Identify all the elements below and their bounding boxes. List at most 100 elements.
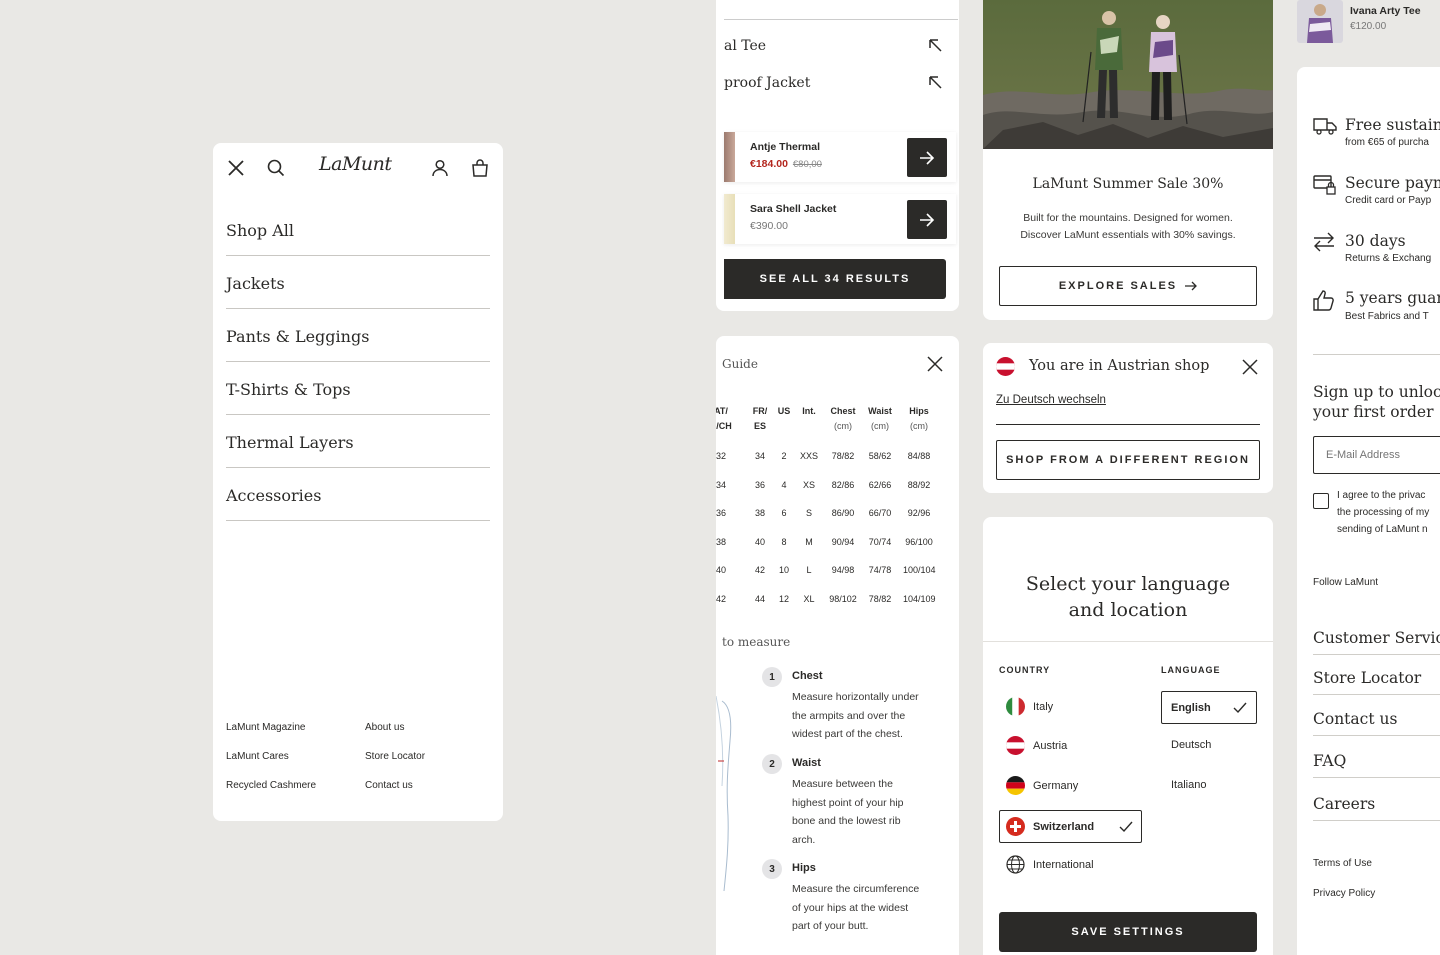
email-input[interactable] [1313, 436, 1440, 474]
footer-link-magazine[interactable]: LaMunt Magazine [226, 722, 306, 733]
divider [1313, 820, 1440, 821]
arrow-up-left-icon[interactable] [928, 38, 942, 57]
switzerland-flag-icon [1006, 817, 1025, 836]
close-icon[interactable] [224, 156, 248, 180]
step-title: Chest [792, 670, 823, 682]
menu-item-tshirts-tops[interactable]: T-Shirts & Tops [226, 362, 490, 415]
old-price: €80,00 [792, 159, 822, 170]
size-table-cell: 32 [716, 451, 726, 461]
country-name: Germany [1033, 779, 1079, 792]
size-table-cell: 96/100 [905, 536, 933, 547]
country-option-germany[interactable]: Germany [1006, 776, 1078, 795]
footer-link-customer-service[interactable]: Customer Servic [1313, 629, 1440, 647]
explore-sales-label: EXPLORE SALES [1058, 280, 1178, 292]
region-title: You are in Austrian shop [1029, 358, 1210, 374]
product-name: Antje Thermal [750, 141, 821, 153]
size-table-cell: 42 [716, 594, 726, 604]
size-table-header-cell: E/CH [716, 421, 732, 431]
country-option-switzerland[interactable]: Switzerland [999, 810, 1142, 843]
consent-checkbox[interactable] [1313, 493, 1329, 509]
size-table-header-cell: ES [753, 421, 766, 431]
size-table-header-cell: Int. [802, 406, 816, 416]
see-all-results-button[interactable]: SEE ALL 34 RESULTS [724, 259, 946, 299]
divider [724, 19, 958, 20]
footer-link-about[interactable]: About us [365, 722, 404, 733]
close-icon[interactable] [1242, 359, 1258, 380]
locale-title-line-2: and location [1068, 599, 1188, 621]
swap-arrows-icon [1313, 232, 1335, 257]
size-table-cell: 40 [716, 565, 726, 576]
step-title: Hips [792, 862, 816, 874]
size-table-cell: XS [802, 479, 815, 490]
close-icon[interactable] [927, 356, 943, 377]
signup-title-line-1: Sign up to unlock [1313, 383, 1440, 401]
menu-item-jackets[interactable]: Jackets [226, 256, 490, 309]
language-option-italiano[interactable]: Italiano [1171, 779, 1206, 791]
footer-link-contact[interactable]: Contact us [1313, 710, 1397, 728]
size-table-header-cell: Waist [868, 406, 892, 416]
product-thumbnail [724, 194, 735, 244]
shop-different-region-button[interactable]: SHOP FROM A DIFFERENT REGION [996, 440, 1260, 480]
sale-promo-card: LaMunt Summer Sale 30% Built for the mou… [983, 0, 1273, 320]
account-icon[interactable] [428, 156, 452, 180]
menu-item-shop-all[interactable]: Shop All [226, 203, 490, 256]
step-description-line: the armpits and over the [792, 709, 906, 722]
footer-link-recycled-cashmere[interactable]: Recycled Cashmere [226, 780, 316, 791]
footer-link-store-locator[interactable]: Store Locator [365, 751, 425, 762]
language-option-deutsch[interactable]: Deutsch [1171, 739, 1211, 751]
checkmark-icon [1233, 702, 1247, 714]
search-suggestion[interactable]: proof Jacket [724, 75, 810, 91]
product-result[interactable]: Antje Thermal €184.00 €80,00 [724, 132, 956, 182]
size-table-cell: 38 [716, 536, 726, 547]
country-option-italy[interactable]: Italy [1006, 697, 1053, 716]
step-description-line: Measure the circumference [792, 883, 920, 895]
footer-link-cares[interactable]: LaMunt Cares [226, 751, 289, 762]
country-name: Switzerland [1033, 820, 1095, 833]
arrow-up-left-icon[interactable] [928, 75, 942, 94]
category-list: Shop All Jackets Pants & Leggings T-Shir… [226, 203, 490, 521]
arrow-right-icon[interactable] [907, 200, 947, 239]
footer-link-terms[interactable]: Terms of Use [1313, 858, 1372, 869]
arrow-right-icon [1185, 281, 1198, 291]
menu-item-pants-leggings[interactable]: Pants & Leggings [226, 309, 490, 362]
language-option-english[interactable]: English [1161, 691, 1257, 724]
country-option-international[interactable]: International [1006, 855, 1094, 874]
usp-subtitle: from €65 of purcha [1345, 137, 1429, 148]
explore-sales-button[interactable]: EXPLORE SALES [999, 266, 1257, 306]
menu-item-accessories[interactable]: Accessories [226, 468, 490, 521]
austria-flag-icon [996, 357, 1015, 376]
arrow-right-icon[interactable] [907, 138, 947, 177]
size-table-cell: 58/62 [868, 451, 892, 461]
search-icon[interactable] [264, 156, 288, 180]
cart-mini-product[interactable]: Ivana Arty Tee €120.00 [1297, 0, 1440, 43]
country-option-austria[interactable]: Austria [1006, 736, 1067, 755]
size-table-cell: 78/82 [868, 594, 892, 604]
footer-link-store-locator[interactable]: Store Locator [1313, 669, 1421, 687]
austria-flag-icon [1006, 736, 1025, 755]
site-footer-panel: Free sustaina from €65 of purcha Secure … [1297, 67, 1440, 955]
product-result[interactable]: Sara Shell Jacket €390.00 [724, 194, 956, 244]
step-description-line: arch. [792, 833, 816, 846]
footer-link-privacy[interactable]: Privacy Policy [1313, 888, 1375, 899]
size-table-cell: 100/104 [903, 565, 936, 576]
switch-language-link[interactable]: Zu Deutsch wechseln [996, 394, 1106, 406]
bag-icon[interactable] [468, 156, 492, 180]
size-table-header-cell: Chest [830, 406, 856, 416]
size-table-cell: 78/82 [831, 451, 855, 461]
search-suggestion[interactable]: al Tee [724, 38, 766, 54]
divider [1313, 694, 1440, 695]
footer-link-contact[interactable]: Contact us [365, 780, 413, 791]
size-table-cell: 86/90 [831, 508, 855, 519]
usp-subtitle: Best Fabrics and T [1345, 311, 1429, 322]
divider [983, 641, 1273, 642]
size-table-cell: 36 [716, 508, 726, 519]
footer-link-careers[interactable]: Careers [1313, 795, 1375, 813]
footer-link-faq[interactable]: FAQ [1313, 752, 1346, 770]
brand-logo[interactable]: LaMunt [319, 153, 392, 175]
signup-title-line-2: your first order [1313, 403, 1434, 421]
divider [1313, 654, 1440, 655]
size-table-header-cell: (cm) [834, 421, 852, 431]
menu-item-thermal-layers[interactable]: Thermal Layers [226, 415, 490, 468]
locale-title-line-1: Select your language [1025, 573, 1231, 595]
save-settings-button[interactable]: SAVE SETTINGS [999, 912, 1257, 952]
